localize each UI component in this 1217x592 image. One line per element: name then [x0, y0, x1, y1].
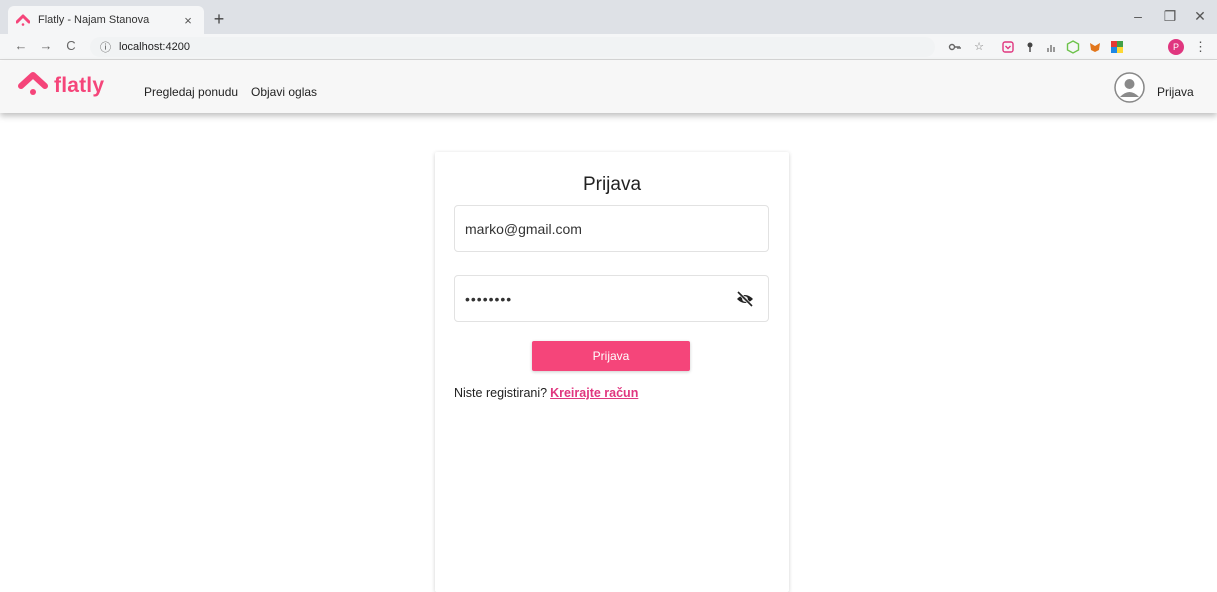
- brand-name: flatly: [54, 73, 105, 97]
- address-bar[interactable]: ⓘ localhost:4200: [90, 37, 935, 57]
- forward-icon[interactable]: →: [37, 38, 55, 53]
- restore-icon[interactable]: ❐: [1160, 8, 1180, 25]
- nav-post-listing[interactable]: Objavi oglas: [251, 85, 317, 99]
- password-field[interactable]: [454, 275, 769, 322]
- bars-icon[interactable]: [1044, 40, 1058, 54]
- login-title: Prijava: [582, 174, 642, 195]
- pocket-icon[interactable]: [1001, 40, 1015, 54]
- star-icon[interactable]: ☆: [972, 40, 986, 54]
- reload-icon[interactable]: C: [62, 38, 80, 53]
- email-field[interactable]: [454, 205, 769, 252]
- email-input[interactable]: [465, 220, 725, 237]
- new-tab-button[interactable]: +: [209, 9, 229, 30]
- nav-browse-offers[interactable]: Pregledaj ponudu: [144, 85, 238, 99]
- close-icon[interactable]: ✕: [1190, 8, 1210, 25]
- password-input[interactable]: [465, 290, 725, 307]
- flatly-logo[interactable]: flatly: [18, 70, 104, 101]
- key-icon[interactable]: [948, 40, 962, 54]
- minimize-icon[interactable]: –: [1128, 8, 1148, 24]
- site-info-icon[interactable]: ⓘ: [100, 39, 111, 55]
- fox-icon[interactable]: [1088, 40, 1102, 54]
- register-prompt: Niste registirani? Kreirajte račun: [454, 386, 638, 400]
- profile-avatar[interactable]: P: [1168, 39, 1184, 55]
- login-submit-button[interactable]: Prijava: [532, 341, 690, 371]
- back-icon[interactable]: ←: [12, 38, 30, 53]
- flatly-logo-icon: [18, 70, 48, 101]
- app-header: flatly Pregledaj ponudu Objavi oglas Pri…: [0, 61, 1217, 113]
- nodejs-icon[interactable]: [1066, 40, 1080, 54]
- url-text: localhost:4200: [119, 41, 190, 53]
- browser-toolbar: ← → C ⓘ localhost:4200 ☆ P ⋮: [0, 34, 1217, 60]
- create-account-link[interactable]: Kreirajte račun: [550, 386, 638, 400]
- register-prompt-text: Niste registirani?: [454, 386, 548, 400]
- flatly-favicon-icon: [16, 13, 30, 27]
- header-login-link[interactable]: Prijava: [1157, 85, 1194, 99]
- visibility-off-icon[interactable]: [736, 290, 754, 308]
- browser-menu-icon[interactable]: ⋮: [1194, 39, 1207, 55]
- login-card: Prijava Prijava Niste registirani?Kreira…: [435, 152, 789, 592]
- user-avatar-icon[interactable]: [1114, 72, 1145, 103]
- pin-icon[interactable]: [1023, 40, 1037, 54]
- browser-tab[interactable]: Flatly - Najam Stanova ×: [8, 6, 204, 34]
- tab-title: Flatly - Najam Stanova: [38, 14, 150, 26]
- browser-tabstrip: Flatly - Najam Stanova × + – ❐ ✕: [0, 0, 1217, 34]
- tab-close-icon[interactable]: ×: [180, 13, 196, 28]
- palette-icon[interactable]: [1110, 40, 1124, 54]
